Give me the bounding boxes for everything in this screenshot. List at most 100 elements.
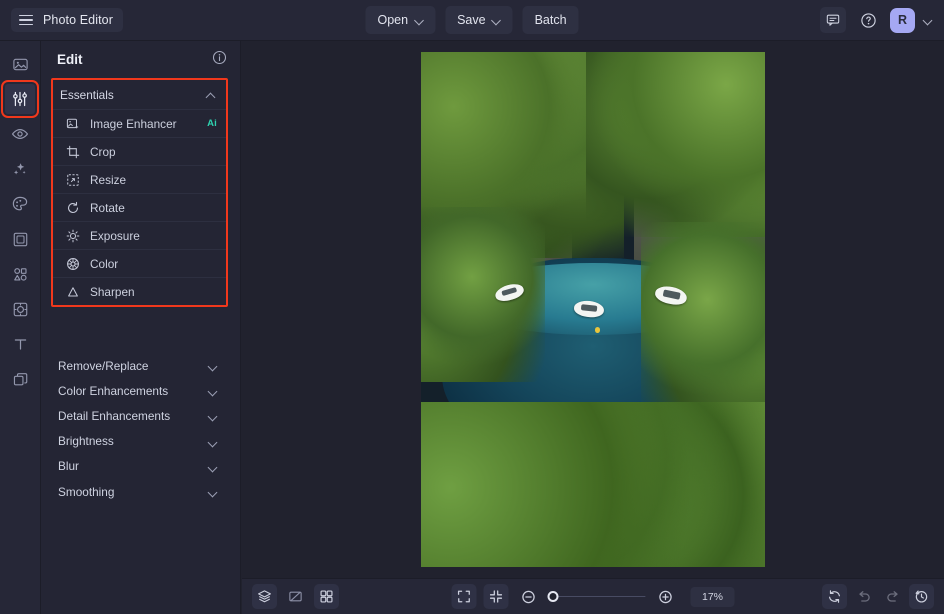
collapsed-sections: Remove/Replace Color Enhancements Detail… xyxy=(51,353,228,504)
menu-item-crop[interactable]: Crop xyxy=(53,137,226,165)
menu-item-label: Sharpen xyxy=(90,285,217,299)
chevron-down-icon xyxy=(208,361,217,370)
menu-item-exposure[interactable]: Exposure xyxy=(53,221,226,249)
zoom-slider[interactable] xyxy=(548,590,646,604)
rail-item-focus[interactable] xyxy=(5,294,35,324)
zoom-out-button[interactable] xyxy=(516,584,541,609)
adjustments-icon xyxy=(11,90,29,108)
section-remove-replace[interactable]: Remove/Replace xyxy=(51,353,228,378)
compare-button[interactable] xyxy=(283,584,308,609)
rail-item-adjustments[interactable] xyxy=(5,84,35,114)
chevron-down-icon xyxy=(493,16,501,24)
feedback-button[interactable] xyxy=(820,7,846,33)
section-label: Remove/Replace xyxy=(58,359,149,373)
edit-panel: Edit Essentials xyxy=(41,41,241,614)
section-detail-enhancements[interactable]: Detail Enhancements xyxy=(51,403,228,428)
menu-item-label: Resize xyxy=(90,173,217,187)
bottom-bar: 17% xyxy=(242,578,944,614)
rail-item-retouch[interactable] xyxy=(5,119,35,149)
history-button[interactable] xyxy=(909,584,934,609)
menu-item-image-enhancer[interactable]: Image Enhancer Ai xyxy=(53,109,226,137)
top-bar: Photo Editor Open Save Batch xyxy=(0,0,944,41)
zoom-slider-handle[interactable] xyxy=(548,591,559,602)
history-icon xyxy=(914,589,929,604)
rail-item-effects[interactable] xyxy=(5,154,35,184)
save-label: Save xyxy=(457,13,486,27)
sharpen-icon xyxy=(65,284,80,299)
photo-trees-bottom xyxy=(421,402,765,567)
edit-panel-header: Edit xyxy=(41,41,240,78)
fit-screen-button[interactable] xyxy=(452,584,477,609)
section-label: Detail Enhancements xyxy=(58,409,170,423)
compare-icon xyxy=(288,589,303,604)
account-chevron-down-icon[interactable] xyxy=(924,16,932,24)
rotate-icon xyxy=(65,200,80,215)
reset-icon xyxy=(827,589,842,604)
rail-item-layers[interactable] xyxy=(5,364,35,394)
rail-item-image[interactable] xyxy=(5,49,35,79)
layers-panel-icon xyxy=(257,589,272,604)
section-brightness[interactable]: Brightness xyxy=(51,429,228,454)
zoom-out-icon xyxy=(520,589,536,605)
bottom-left-tools xyxy=(252,584,339,609)
rail-item-filters[interactable] xyxy=(5,189,35,219)
help-button[interactable] xyxy=(855,7,881,33)
menu-item-label: Exposure xyxy=(90,229,217,243)
photo-preview[interactable] xyxy=(421,52,765,567)
canvas-area[interactable] xyxy=(242,41,944,578)
save-button[interactable]: Save xyxy=(445,6,513,34)
zoom-slider-track xyxy=(548,596,646,598)
chevron-up-icon xyxy=(206,90,215,99)
batch-label: Batch xyxy=(535,13,567,27)
menu-item-color[interactable]: Color xyxy=(53,249,226,277)
essentials-highlight-box: Essentials Image Enhancer Ai xyxy=(51,78,228,307)
reset-button[interactable] xyxy=(822,584,847,609)
menu-item-resize[interactable]: Resize xyxy=(53,165,226,193)
avatar[interactable]: R xyxy=(890,8,915,33)
app-menu-button[interactable]: Photo Editor xyxy=(11,8,123,32)
section-color-enhancements[interactable]: Color Enhancements xyxy=(51,378,228,403)
color-wheel-icon xyxy=(65,256,80,271)
redo-icon xyxy=(885,589,901,605)
section-label: Blur xyxy=(58,459,79,473)
section-blur[interactable]: Blur xyxy=(51,454,228,479)
shrink-button[interactable] xyxy=(484,584,509,609)
undo-icon xyxy=(856,589,872,605)
grid-icon xyxy=(319,589,334,604)
section-label: Color Enhancements xyxy=(58,384,168,398)
top-right-actions: R xyxy=(820,7,932,33)
redo-button[interactable] xyxy=(880,584,905,609)
open-button[interactable]: Open xyxy=(365,6,435,34)
text-icon xyxy=(12,336,29,353)
crop-icon xyxy=(65,144,80,159)
zoom-value[interactable]: 17% xyxy=(691,587,735,607)
batch-button[interactable]: Batch xyxy=(523,6,579,34)
zoom-in-button[interactable] xyxy=(653,584,678,609)
section-label: Smoothing xyxy=(58,485,114,499)
ai-badge: Ai xyxy=(207,118,217,129)
section-smoothing[interactable]: Smoothing xyxy=(51,479,228,504)
menu-item-label: Color xyxy=(90,257,217,271)
rail-item-frames[interactable] xyxy=(5,224,35,254)
rail-item-shapes[interactable] xyxy=(5,259,35,289)
undo-button[interactable] xyxy=(851,584,876,609)
layers-panel-button[interactable] xyxy=(252,584,277,609)
fit-screen-icon xyxy=(457,589,472,604)
menu-item-sharpen[interactable]: Sharpen xyxy=(53,277,226,305)
left-tool-rail xyxy=(0,41,41,614)
section-essentials-header[interactable]: Essentials xyxy=(53,80,226,109)
menu-item-rotate[interactable]: Rotate xyxy=(53,193,226,221)
exposure-icon xyxy=(65,228,80,243)
focus-icon xyxy=(12,301,29,318)
eye-icon xyxy=(11,125,29,143)
frame-icon xyxy=(12,231,29,248)
section-label: Brightness xyxy=(58,434,114,448)
image-icon xyxy=(12,56,29,73)
sparkles-icon xyxy=(11,160,29,178)
palette-icon xyxy=(11,195,29,213)
zoom-controls: 17% xyxy=(452,584,735,609)
rail-item-text[interactable] xyxy=(5,329,35,359)
info-circle-icon[interactable] xyxy=(212,50,227,70)
photo-trees-mid-right xyxy=(641,222,765,407)
grid-button[interactable] xyxy=(314,584,339,609)
